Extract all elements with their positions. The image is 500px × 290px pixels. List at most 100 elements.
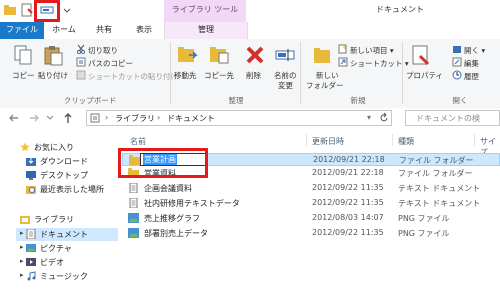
properties-button[interactable]: プロパティ bbox=[406, 70, 443, 81]
move-to-icon[interactable] bbox=[176, 44, 198, 66]
recent-places-icon bbox=[26, 184, 36, 194]
tab-file[interactable]: ファイル bbox=[0, 22, 44, 39]
search-box[interactable]: ドキュメントの検 bbox=[405, 110, 500, 126]
tab-home[interactable]: ホーム bbox=[44, 22, 84, 39]
delete-icon[interactable] bbox=[244, 44, 266, 66]
row-type: テキスト ドキュメント bbox=[398, 184, 481, 193]
shortcut-button[interactable]: ショートカット ▾ bbox=[350, 58, 409, 69]
column-divider[interactable] bbox=[306, 134, 307, 146]
nav-recent[interactable]: 最近表示した場所 bbox=[0, 183, 118, 196]
table-row[interactable]: 部署別売上データ 2012/09/22 11:35 PNG ファイル bbox=[122, 227, 500, 240]
videos-icon bbox=[26, 257, 36, 267]
copy-icon[interactable] bbox=[12, 44, 34, 66]
delete-button[interactable]: 削除 bbox=[246, 70, 261, 81]
open-icon bbox=[452, 44, 462, 54]
window-title: ドキュメント bbox=[376, 5, 424, 14]
rename-highlight-box bbox=[118, 148, 208, 178]
library-icon bbox=[90, 113, 100, 123]
breadcrumb-separator: › bbox=[157, 113, 161, 122]
new-folder-icon[interactable] bbox=[312, 44, 334, 66]
search-placeholder: ドキュメントの検 bbox=[416, 114, 480, 123]
nav-desktop[interactable]: デスクトップ bbox=[0, 169, 118, 182]
column-header-name[interactable]: 名前 bbox=[130, 136, 146, 147]
row-type: PNG ファイル bbox=[398, 214, 450, 223]
expand-arrow-icon[interactable]: ▸ bbox=[20, 229, 24, 237]
expand-arrow-icon[interactable]: ▸ bbox=[20, 271, 24, 279]
tab-view[interactable]: 表示 bbox=[124, 22, 164, 39]
open-button[interactable]: 開く ▾ bbox=[464, 45, 485, 56]
row-type: PNG ファイル bbox=[398, 229, 450, 238]
edit-button[interactable]: 編集 bbox=[464, 58, 479, 69]
image-file-icon bbox=[128, 213, 139, 223]
tab-share[interactable]: 共有 bbox=[84, 22, 124, 39]
column-divider[interactable] bbox=[392, 134, 393, 146]
new-folder-button-line2[interactable]: フォルダー bbox=[306, 80, 344, 91]
clipboard-group-label: クリップボード bbox=[63, 96, 117, 105]
address-bar[interactable]: › ライブラリ › ドキュメント ▾ bbox=[86, 110, 392, 126]
row-date: 2012/09/22 11:35 bbox=[312, 228, 384, 237]
nav-music[interactable]: ▸ ミュージック bbox=[0, 270, 118, 283]
tab-manage[interactable]: 管理 bbox=[164, 22, 248, 39]
nav-documents-label: ドキュメント bbox=[40, 230, 88, 239]
breadcrumb-documents[interactable]: ドキュメント bbox=[167, 113, 215, 124]
table-row[interactable]: 売上推移グラフ 2012/08/03 14:07 PNG ファイル bbox=[122, 212, 500, 225]
column-divider[interactable] bbox=[474, 134, 475, 146]
expand-arrow-icon[interactable]: ▸ bbox=[20, 243, 24, 251]
up-arrow-icon[interactable] bbox=[62, 112, 74, 124]
row-type: ファイル フォルダー bbox=[398, 169, 473, 178]
nav-pictures[interactable]: ▸ ピクチャ bbox=[0, 242, 118, 255]
folder-icon bbox=[3, 3, 17, 17]
cut-button[interactable]: 切り取り bbox=[88, 45, 118, 56]
contextual-tab-header: ライブラリ ツール bbox=[164, 0, 246, 22]
breadcrumb-libraries[interactable]: ライブラリ bbox=[115, 113, 155, 124]
download-icon bbox=[26, 156, 36, 166]
contextual-tab-label: ライブラリ ツール bbox=[171, 5, 239, 14]
recent-locations-chevron-icon[interactable] bbox=[46, 113, 54, 123]
nav-libraries[interactable]: ライブラリ bbox=[0, 213, 118, 226]
row-name: 社内研修用テキストデータ bbox=[144, 199, 240, 208]
music-icon bbox=[26, 271, 36, 281]
paste-shortcut-button[interactable]: ショートカットの貼り付け bbox=[88, 71, 178, 82]
row-name: 企画会議資料 bbox=[144, 184, 192, 193]
paste-button[interactable]: 貼り付け bbox=[38, 70, 68, 81]
rename-icon[interactable] bbox=[274, 44, 296, 66]
paste-icon[interactable] bbox=[42, 44, 64, 66]
column-header-type[interactable]: 種類 bbox=[398, 136, 414, 147]
properties-icon[interactable] bbox=[410, 44, 432, 66]
copy-to-icon[interactable] bbox=[208, 44, 230, 66]
address-dropdown-icon[interactable]: ▾ bbox=[367, 113, 371, 122]
nav-videos[interactable]: ▸ ビデオ bbox=[0, 256, 118, 269]
star-icon bbox=[20, 142, 30, 152]
new-item-button[interactable]: 新しい項目 ▾ bbox=[350, 45, 394, 56]
table-row[interactable]: 社内研修用テキストデータ 2012/09/22 11:35 テキスト ドキュメン… bbox=[122, 197, 500, 210]
refresh-icon[interactable] bbox=[379, 112, 389, 124]
back-arrow-icon[interactable] bbox=[8, 112, 20, 124]
nav-music-label: ミュージック bbox=[40, 272, 88, 281]
nav-libraries-label: ライブラリ bbox=[34, 215, 74, 224]
text-file-icon bbox=[128, 198, 139, 208]
nav-downloads[interactable]: ダウンロード bbox=[0, 155, 118, 168]
nav-documents[interactable]: ▸ ドキュメント bbox=[0, 228, 118, 241]
text-file-icon bbox=[128, 183, 139, 193]
history-button[interactable]: 履歴 bbox=[464, 71, 479, 82]
new-group-label: 新規 bbox=[350, 96, 366, 105]
copy-path-button[interactable]: パスのコピー bbox=[88, 58, 133, 69]
nav-downloads-label: ダウンロード bbox=[40, 157, 88, 166]
copy-button[interactable]: コピー bbox=[12, 70, 35, 81]
nav-favorites[interactable]: お気に入り bbox=[0, 141, 118, 154]
table-row[interactable]: 企画会議資料 2012/09/22 11:35 テキスト ドキュメント bbox=[122, 182, 500, 195]
row-type: ファイル フォルダー bbox=[399, 156, 474, 165]
expand-arrow-icon[interactable]: ▸ bbox=[20, 257, 24, 265]
qat-dropdown-icon[interactable] bbox=[62, 3, 76, 17]
move-to-button[interactable]: 移動先 bbox=[174, 70, 197, 81]
row-name: 売上推移グラフ bbox=[144, 214, 200, 223]
rename-button-line2[interactable]: 変更 bbox=[278, 80, 293, 91]
column-header-date[interactable]: 更新日時 bbox=[312, 136, 344, 147]
open-group-label: 開く bbox=[452, 96, 468, 105]
forward-arrow-icon[interactable] bbox=[28, 112, 40, 124]
row-name: 部署別売上データ bbox=[144, 229, 208, 238]
copy-to-button[interactable]: コピー先 bbox=[204, 70, 234, 81]
group-separator bbox=[402, 42, 403, 104]
organize-group-label: 整理 bbox=[228, 96, 244, 105]
properties-qat-icon[interactable] bbox=[20, 3, 34, 17]
